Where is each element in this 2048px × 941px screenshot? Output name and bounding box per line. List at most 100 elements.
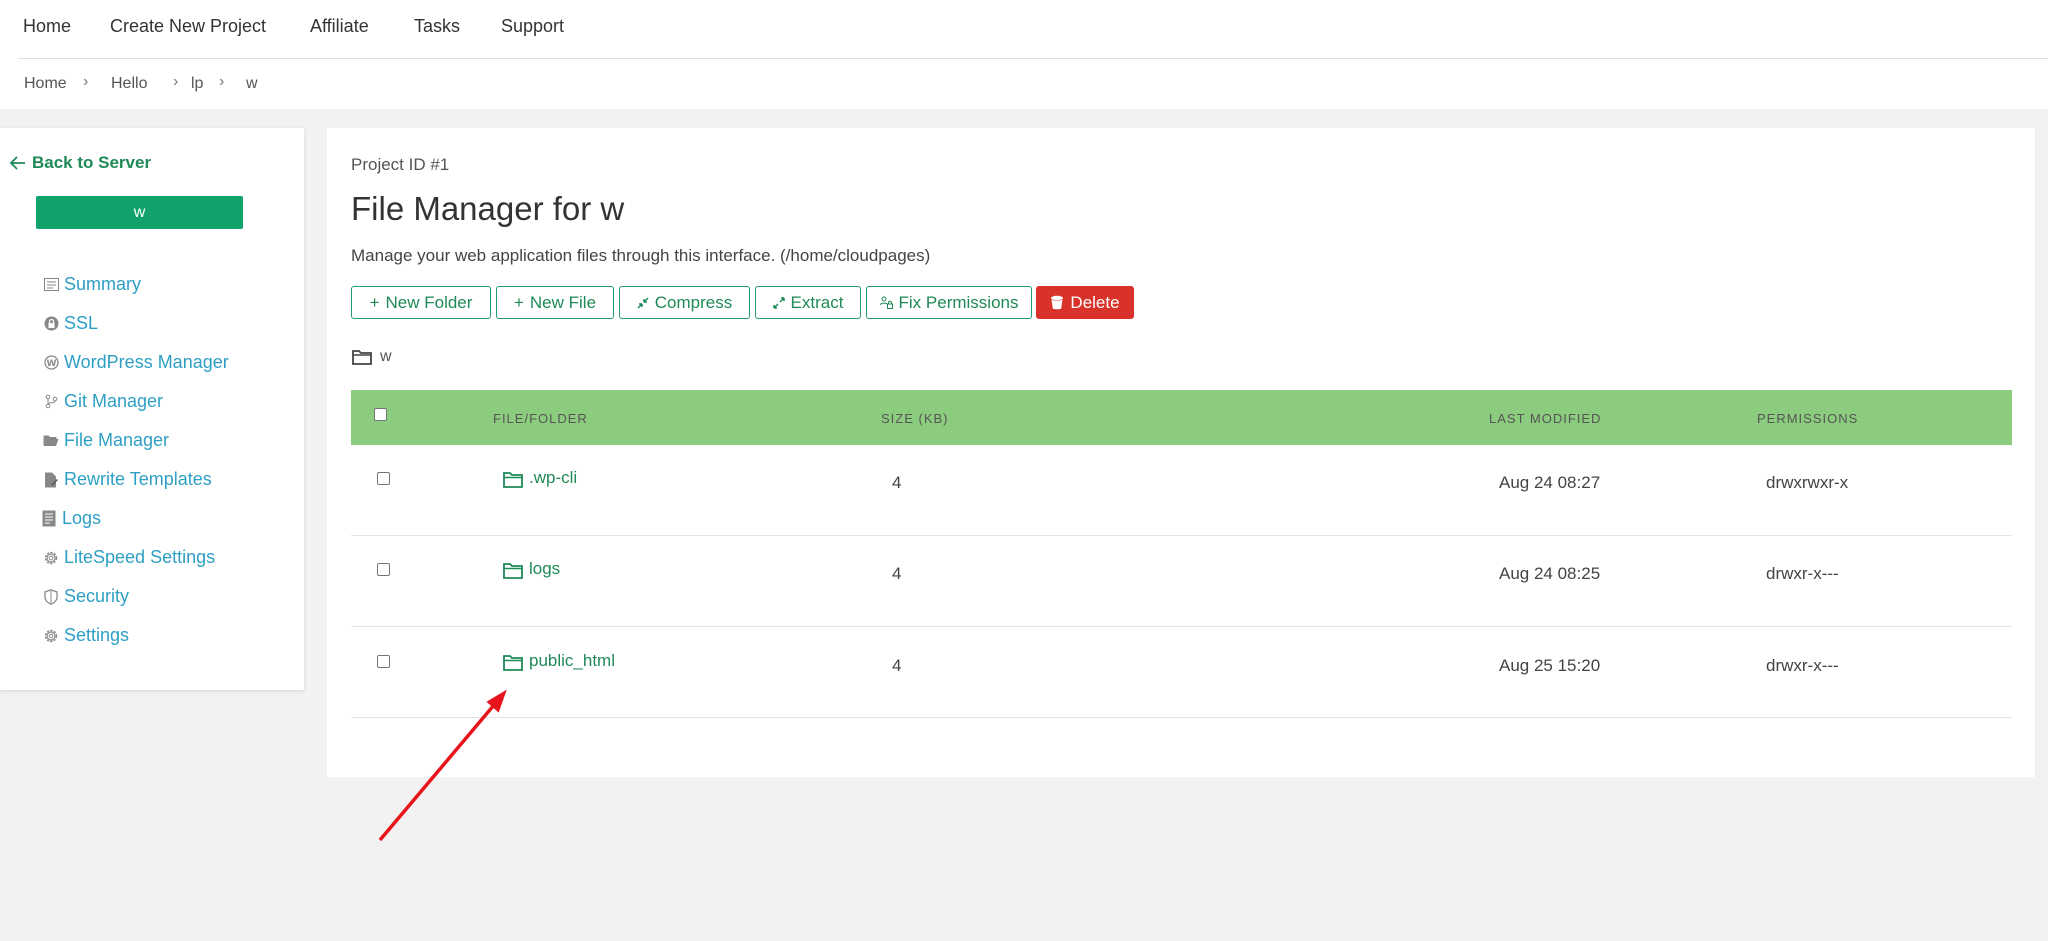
users-lock-icon: [879, 296, 893, 309]
file-manager-card: Project ID #1 File Manager for w Manage …: [327, 128, 2035, 777]
project-name-button[interactable]: w: [36, 196, 243, 229]
file-name-link[interactable]: public_html: [503, 651, 615, 671]
git-icon: [43, 394, 59, 410]
nav-support[interactable]: Support: [501, 16, 564, 37]
file-name: logs: [529, 559, 561, 578]
file-name-link[interactable]: .wp-cli: [503, 468, 577, 488]
sidebar-item-security[interactable]: Security: [43, 586, 129, 607]
arrow-left-icon: [10, 156, 25, 170]
file-table-header: FILE/FOLDER SIZE (KB) LAST MODIFIED PERM…: [351, 390, 2012, 445]
delete-button[interactable]: Delete: [1036, 286, 1134, 319]
breadcrumb-lp[interactable]: lp: [191, 75, 203, 93]
sidebar-item-label: Settings: [64, 625, 130, 645]
sidebar-item-logs[interactable]: Logs: [41, 508, 101, 529]
file-modified: Aug 25 15:20: [1499, 656, 1601, 675]
svg-text:W: W: [46, 359, 56, 369]
breadcrumb-hello[interactable]: Hello: [111, 75, 147, 93]
current-path-label: w: [380, 348, 392, 365]
nav-affiliate[interactable]: Affiliate: [310, 16, 369, 37]
extract-label: Extract: [790, 292, 844, 312]
fix-permissions-label: Fix Permissions: [898, 292, 1019, 312]
sidebar-item-label: File Manager: [64, 430, 170, 450]
sidebar-item-label: Git Manager: [64, 391, 164, 411]
back-to-server-label: Back to Server: [32, 153, 152, 172]
file-name: .wp-cli: [529, 468, 578, 487]
nav-create-new-project[interactable]: Create New Project: [110, 16, 266, 37]
file-size: 4: [892, 473, 902, 492]
file-name: public_html: [529, 651, 615, 670]
folder-icon: [352, 350, 372, 365]
nav-home[interactable]: Home: [23, 16, 71, 37]
breadcrumb-w: w: [246, 75, 258, 92]
breadcrumb-separator: ›: [83, 73, 89, 90]
new-file-button[interactable]: + New File: [496, 286, 614, 319]
folder-icon: [503, 655, 523, 671]
row-checkbox[interactable]: [377, 655, 390, 668]
fix-permissions-button[interactable]: Fix Permissions: [866, 286, 1032, 319]
table-row: logs 4 Aug 24 08:25 drwxr-x---: [351, 536, 2012, 627]
logs-icon: [41, 510, 57, 527]
breadcrumb-separator: ›: [173, 73, 179, 90]
sidebar-item-label: SSL: [64, 313, 99, 333]
gear-icon: [43, 550, 59, 566]
page-subtitle: Manage your web application files throug…: [351, 246, 931, 265]
file-permissions: drwxr-x---: [1766, 564, 1839, 583]
back-to-server-link[interactable]: Back to Server: [10, 153, 151, 173]
file-size: 4: [892, 656, 902, 675]
lock-icon: [43, 316, 59, 332]
trash-icon: [1051, 295, 1064, 310]
file-size: 4: [892, 564, 902, 583]
breadcrumb-home[interactable]: Home: [24, 75, 67, 93]
shield-icon: [43, 588, 59, 605]
sidebar-item-ssl[interactable]: SSL: [43, 313, 98, 334]
folder-icon: [503, 472, 523, 488]
project-id: Project ID #1: [351, 155, 450, 174]
header-last-modified: LAST MODIFIED: [1489, 411, 1602, 426]
nav-tasks[interactable]: Tasks: [414, 16, 460, 37]
compress-icon: [637, 296, 649, 309]
row-checkbox[interactable]: [377, 563, 390, 576]
breadcrumb: Home › Hello › lp › w: [0, 59, 2048, 109]
header-size: SIZE (KB): [881, 411, 949, 426]
top-navbar: Home Create New Project Affiliate Tasks …: [0, 0, 2048, 59]
new-folder-label: New Folder: [385, 292, 473, 312]
plus-icon: +: [513, 293, 524, 312]
header-permissions: PERMISSIONS: [1757, 411, 1859, 426]
file-modified: Aug 24 08:25: [1499, 564, 1601, 583]
sidebar-item-wordpress-manager[interactable]: W WordPress Manager: [43, 352, 229, 373]
select-all-checkbox[interactable]: [374, 408, 387, 421]
gear-icon: [43, 628, 59, 644]
folder-icon: [503, 563, 523, 579]
extract-button[interactable]: Extract: [755, 286, 861, 319]
row-checkbox[interactable]: [377, 472, 390, 485]
compress-button[interactable]: Compress: [619, 286, 750, 319]
sidebar-item-file-manager[interactable]: File Manager: [43, 430, 169, 451]
expand-icon: [772, 296, 785, 309]
compress-label: Compress: [654, 292, 733, 312]
wordpress-icon: W: [43, 355, 59, 371]
sidebar-item-label: Rewrite Templates: [64, 469, 212, 489]
sidebar-item-label: Summary: [64, 274, 142, 294]
sidebar-item-label: LiteSpeed Settings: [64, 547, 216, 567]
table-row: .wp-cli 4 Aug 24 08:27 drwxrwxr-x: [351, 445, 2012, 536]
current-path: w: [352, 348, 392, 366]
sidebar-item-summary[interactable]: Summary: [43, 274, 141, 295]
folder-open-icon: [43, 433, 59, 449]
file-edit-icon: [43, 472, 59, 488]
page-title: File Manager for w: [351, 190, 625, 227]
sidebar-item-label: WordPress Manager: [64, 352, 229, 372]
sidebar-item-label: Logs: [62, 508, 102, 528]
sidebar-item-litespeed-settings[interactable]: LiteSpeed Settings: [43, 547, 215, 568]
sidebar-item-rewrite-templates[interactable]: Rewrite Templates: [43, 469, 212, 490]
file-modified: Aug 24 08:27: [1499, 473, 1601, 492]
sidebar-item-git-manager[interactable]: Git Manager: [43, 391, 163, 412]
file-permissions: drwxrwxr-x: [1766, 473, 1849, 492]
file-name-link[interactable]: logs: [503, 559, 560, 579]
new-folder-button[interactable]: + New Folder: [351, 286, 491, 319]
breadcrumb-separator: ›: [219, 73, 225, 90]
sidebar-item-settings[interactable]: Settings: [43, 625, 129, 646]
delete-label: Delete: [1070, 292, 1120, 312]
new-file-label: New File: [529, 292, 597, 312]
header-file-folder: FILE/FOLDER: [493, 411, 588, 426]
sidebar-item-label: Security: [64, 586, 130, 606]
